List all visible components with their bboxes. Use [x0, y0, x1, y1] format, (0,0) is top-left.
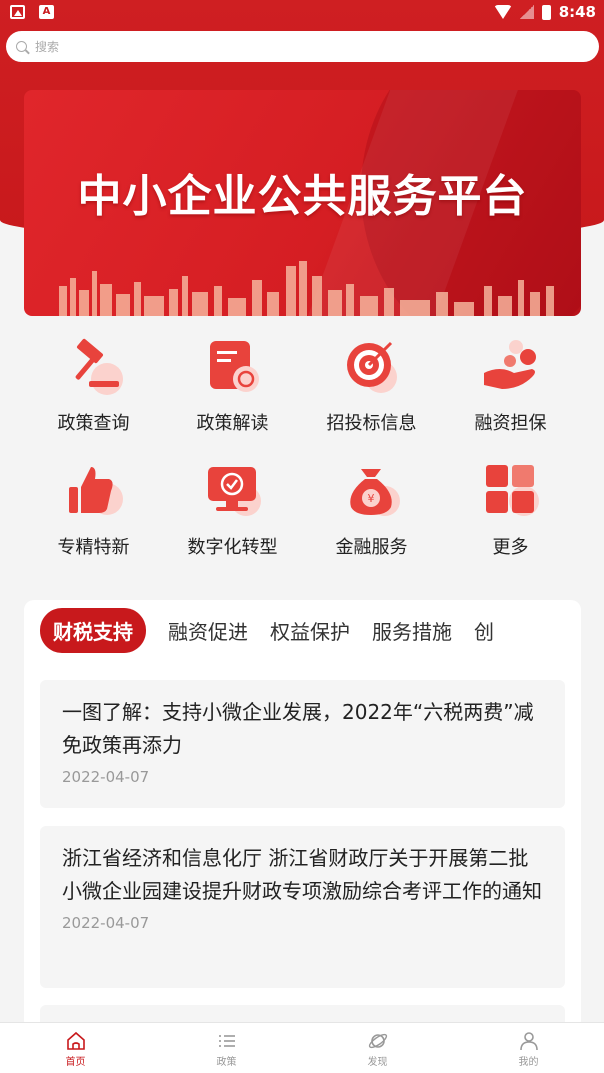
tab-financing-promotion[interactable]: 融资促进 — [168, 616, 248, 645]
news-date: 2022-04-07 — [62, 914, 150, 932]
nav-label: 我的 — [518, 1057, 539, 1068]
battery-icon — [541, 4, 551, 20]
grid-more-icon — [485, 465, 539, 516]
monitor-icon — [207, 467, 261, 516]
tab-service-measures[interactable]: 服务措施 — [372, 616, 452, 645]
gavel-icon — [75, 338, 123, 395]
svg-text:¥: ¥ — [367, 492, 374, 505]
nav-item-discover[interactable]: 发现 — [302, 1023, 453, 1073]
nav-item-profile[interactable]: 我的 — [453, 1023, 604, 1073]
nav-item-policy[interactable]: 政策 — [151, 1023, 302, 1073]
grid-item-more[interactable]: 更多 — [441, 459, 580, 559]
grid-label: 金融服务 — [335, 537, 408, 558]
money-bag-icon: ¥ — [349, 469, 400, 516]
nav-item-home[interactable]: 首页 — [0, 1023, 151, 1073]
grid-label: 政策查询 — [57, 413, 130, 434]
nav-label: 首页 — [65, 1057, 86, 1068]
status-bar: A 8:48 — [0, 0, 604, 26]
grid-label: 政策解读 — [196, 413, 269, 434]
grid-item-policy-interpretation[interactable]: 政策解读 — [163, 335, 302, 435]
app-notification-icon: A — [39, 5, 54, 19]
grid-item-financing-guarantee[interactable]: 融资担保 — [441, 335, 580, 435]
search-icon — [16, 41, 27, 52]
news-title: 一图了解：支持小微企业发展，2022年“六税两费”减免政策再添力 — [62, 700, 534, 757]
list-item[interactable]: 一图了解：支持小微企业发展，2022年“六税两费”减免政策再添力 2022-04… — [40, 680, 565, 808]
user-icon — [519, 1032, 538, 1051]
document-icon — [209, 341, 259, 392]
grid-label: 专精特新 — [57, 537, 130, 558]
grid-item-specialized[interactable]: 专精特新 — [24, 459, 163, 559]
grid-label: 数字化转型 — [187, 537, 278, 558]
search-placeholder: 搜索 — [35, 40, 60, 54]
signal-icon — [519, 5, 534, 19]
bottom-navigation: 首页 政策 发现 我的 — [0, 1022, 604, 1073]
target-icon — [346, 341, 397, 393]
news-title: 浙江省经济和信息化厅 浙江省财政厅关于开展第二批小微企业园建设提升财政专项激励综… — [62, 846, 542, 903]
banner[interactable]: 中小企业公共服务平台 — [24, 90, 581, 316]
grid-item-bidding-info[interactable]: 招投标信息 — [302, 335, 441, 435]
grid-label: 招投标信息 — [326, 413, 417, 434]
banner-title: 中小企业公共服务平台 — [77, 171, 528, 222]
grid-item-financial-services[interactable]: ¥ 金融服务 — [302, 459, 441, 559]
nav-label: 发现 — [367, 1057, 388, 1068]
hand-coins-icon — [483, 340, 536, 389]
image-notification-icon — [10, 5, 25, 19]
category-tabs: 财税支持 融资促进 权益保护 服务措施 创 — [40, 608, 494, 653]
grid-label: 融资担保 — [474, 413, 547, 434]
tab-rights-protection[interactable]: 权益保护 — [270, 616, 350, 645]
grid-label: 更多 — [492, 537, 529, 558]
grid-item-digital-transformation[interactable]: 数字化转型 — [163, 459, 302, 559]
tab-innovation[interactable]: 创 — [474, 616, 494, 645]
news-card: 财税支持 融资促进 权益保护 服务措施 创 一图了解：支持小微企业发展，2022… — [24, 600, 581, 1030]
list-item[interactable]: 浙江省经济和信息化厅 浙江省财政厅关于开展第二批小微企业园建设提升财政专项激励综… — [40, 826, 565, 988]
home-icon — [66, 1031, 85, 1050]
wifi-icon — [493, 5, 512, 19]
service-grid: 政策查询 政策解读 招投标信息 融资担保 专精特新 数字化转型 ¥ 金融服务 更… — [24, 335, 581, 559]
tab-tax-support[interactable]: 财税支持 — [40, 608, 146, 653]
city-skyline-illustration — [59, 261, 554, 316]
status-time: 8:48 — [558, 3, 596, 21]
list-icon — [218, 1035, 235, 1047]
thumbs-up-icon — [68, 467, 123, 515]
search-input[interactable]: 搜索 — [6, 31, 599, 62]
grid-item-policy-query[interactable]: 政策查询 — [24, 335, 163, 435]
planet-icon — [368, 1033, 387, 1049]
news-date: 2022-04-07 — [62, 768, 150, 786]
nav-label: 政策 — [216, 1057, 237, 1068]
